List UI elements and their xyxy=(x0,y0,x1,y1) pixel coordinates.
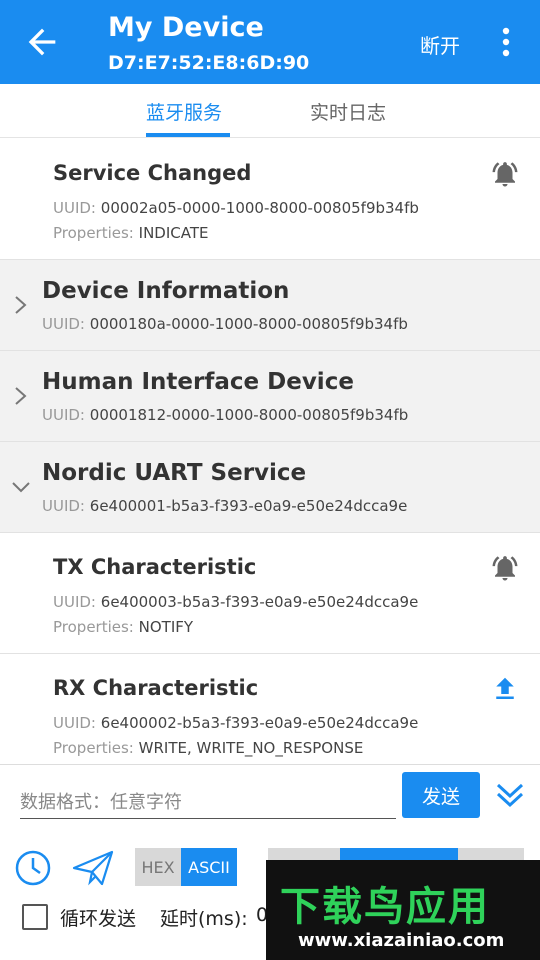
service-name: Nordic UART Service xyxy=(42,460,307,486)
characteristic-properties: Properties: WRITE, WRITE_NO_RESPONSE xyxy=(53,739,364,757)
chevron-right-icon xyxy=(15,296,27,314)
service-name: Device Information xyxy=(42,278,290,304)
clock-icon[interactable] xyxy=(14,849,52,887)
tab-bluetooth-services[interactable]: 蓝牙服务 xyxy=(146,98,222,125)
characteristic-uuid: UUID: 6e400002-b5a3-f393-e0a9-e50e24dcca… xyxy=(53,714,419,732)
chevron-down-icon xyxy=(12,482,30,493)
loop-send-label: 循环发送 xyxy=(60,908,137,930)
watermark: 下载鸟应用 www.xiazainiao.com xyxy=(266,860,540,960)
tab-indicator xyxy=(146,133,230,137)
service-row[interactable]: Device Information UUID: 0000180a-0000-1… xyxy=(0,260,540,351)
characteristic-name: TX Characteristic xyxy=(53,555,257,579)
characteristic-uuid: UUID: 6e400003-b5a3-f393-e0a9-e50e24dcca… xyxy=(53,593,419,611)
back-arrow-icon[interactable] xyxy=(22,22,62,62)
characteristic-name: Service Changed xyxy=(53,161,252,185)
send-button[interactable]: 发送 xyxy=(402,772,480,818)
service-row[interactable]: Human Interface Device UUID: 00001812-00… xyxy=(0,351,540,442)
bell-icon[interactable] xyxy=(490,159,520,189)
service-name: Human Interface Device xyxy=(42,369,354,395)
more-options-icon[interactable] xyxy=(494,24,518,60)
paper-plane-icon[interactable] xyxy=(72,849,114,887)
loop-send-checkbox[interactable] xyxy=(22,904,48,930)
device-mac-address: D7:E7:52:E8:6D:90 xyxy=(108,52,310,74)
service-uuid: UUID: 0000180a-0000-1000-8000-00805f9b34… xyxy=(42,315,408,333)
ascii-format-button[interactable]: ASCII xyxy=(181,848,237,886)
characteristic-row[interactable]: Service Changed UUID: 00002a05-0000-1000… xyxy=(0,139,540,260)
tab-realtime-log[interactable]: 实时日志 xyxy=(310,98,386,125)
upload-arrow-icon[interactable] xyxy=(490,674,520,704)
characteristic-uuid: UUID: 00002a05-0000-1000-8000-00805f9b34… xyxy=(53,199,419,217)
delay-label: 延时(ms): xyxy=(160,908,248,930)
device-name: My Device xyxy=(108,12,264,43)
service-uuid: UUID: 00001812-0000-1000-8000-00805f9b34… xyxy=(42,406,409,424)
watermark-url: www.xiazainiao.com xyxy=(298,930,505,951)
characteristic-properties: Properties: INDICATE xyxy=(53,224,209,242)
disconnect-button[interactable]: 断开 xyxy=(420,30,460,59)
service-row[interactable]: Nordic UART Service UUID: 6e400001-b5a3-… xyxy=(0,442,540,533)
characteristic-row[interactable]: TX Characteristic UUID: 6e400003-b5a3-f3… xyxy=(0,533,540,654)
chevron-right-icon xyxy=(15,387,27,405)
hex-format-button[interactable]: HEX xyxy=(135,848,181,886)
data-input[interactable] xyxy=(20,787,396,819)
app-bar: My Device D7:E7:52:E8:6D:90 断开 xyxy=(0,0,540,84)
characteristic-properties: Properties: NOTIFY xyxy=(53,618,194,636)
watermark-logo: 下载鸟应用 xyxy=(280,884,490,930)
service-uuid: UUID: 6e400001-b5a3-f393-e0a9-e50e24dcca… xyxy=(42,497,408,515)
characteristic-row[interactable]: RX Characteristic UUID: 6e400002-b5a3-f3… xyxy=(0,654,540,764)
double-chevron-down-icon[interactable] xyxy=(494,779,526,811)
service-list[interactable]: Service Changed UUID: 00002a05-0000-1000… xyxy=(0,139,540,764)
characteristic-name: RX Characteristic xyxy=(53,676,259,700)
tab-bar: 蓝牙服务 实时日志 xyxy=(0,84,540,138)
bell-icon[interactable] xyxy=(490,553,520,583)
